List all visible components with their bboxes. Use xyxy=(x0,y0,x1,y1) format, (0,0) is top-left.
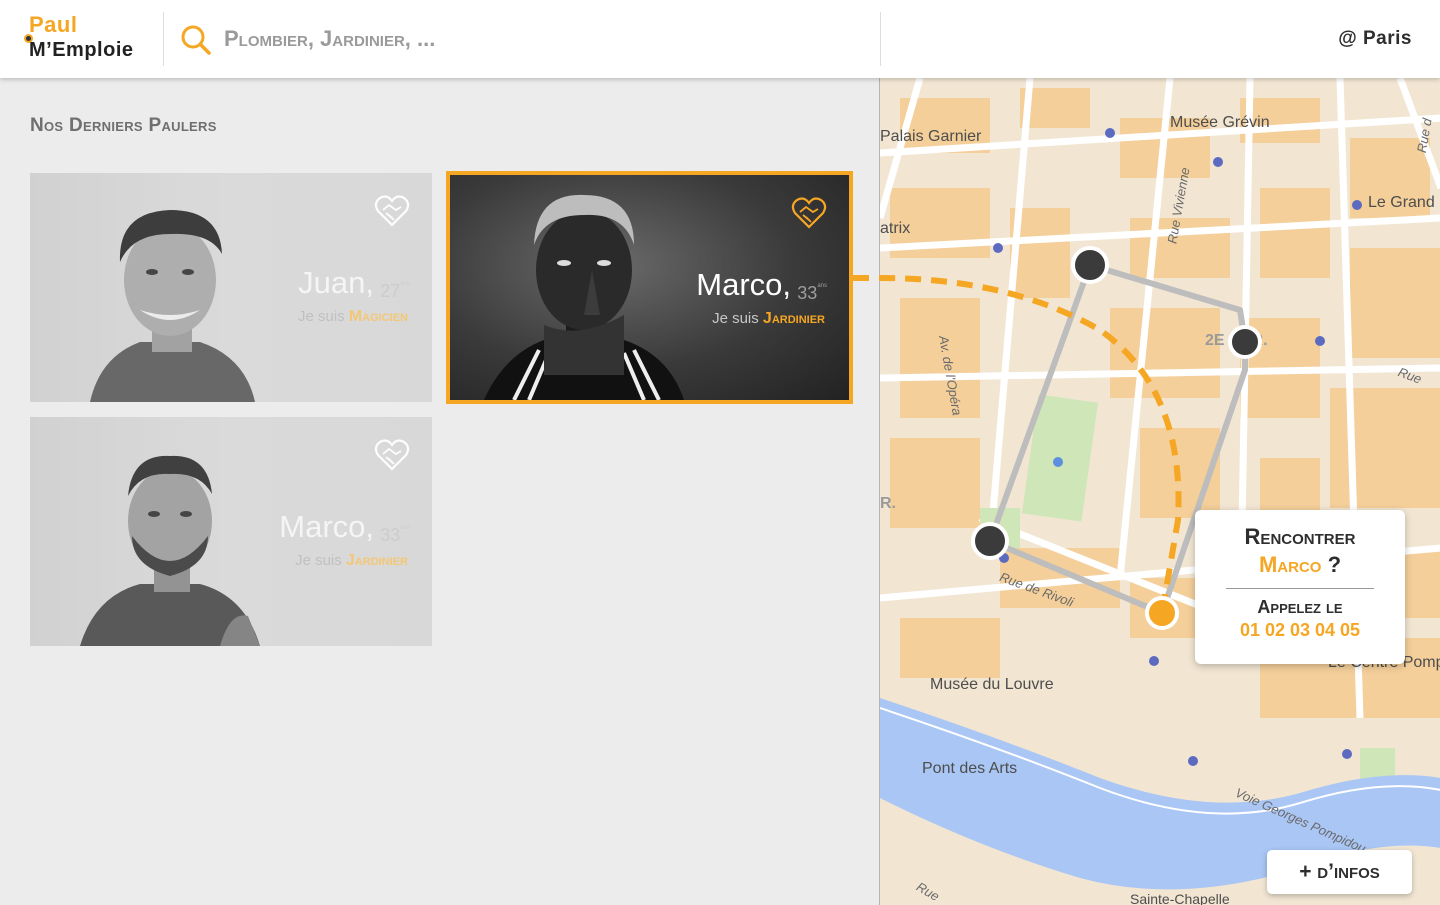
portrait-image xyxy=(90,210,255,402)
card-age: 27ans xyxy=(380,281,410,301)
contact-tooltip: Rencontrer Marco ? Appelez le 01 02 03 0… xyxy=(1195,510,1405,664)
handshake-heart-icon[interactable] xyxy=(374,437,410,473)
map-view[interactable]: Palais Garnier Musée Grévin Le Grand atr… xyxy=(879,78,1440,905)
card-name: Juan, xyxy=(298,265,374,300)
portrait-image xyxy=(80,455,260,646)
logo-line1: Paul xyxy=(29,12,78,37)
tooltip-who: Marco xyxy=(1258,552,1322,577)
tooltip-title: Rencontrer xyxy=(1244,524,1356,549)
tooltip-who-line: Marco ? xyxy=(1258,552,1342,577)
card-age: 33ans xyxy=(797,283,827,303)
card-name: Marco, xyxy=(696,267,791,302)
location-selector[interactable]: @ Paris xyxy=(1338,28,1412,50)
top-header: Paul M’Emploie @ Paris xyxy=(0,0,1440,78)
map-label-sainte-chapelle: Sainte-Chapelle xyxy=(1130,891,1230,905)
pauler-card-marco-selected[interactable]: Marco, 33ans Je suis Jardinier xyxy=(446,171,853,404)
card-role-line: Je suis Jardinier xyxy=(295,552,408,569)
tooltip-separator xyxy=(1226,588,1374,589)
map-background xyxy=(880,78,1440,905)
handshake-heart-icon[interactable] xyxy=(374,193,410,229)
map-label-musee-louvre: Musée du Louvre xyxy=(930,676,1054,693)
map-label-palais-garnier: Palais Garnier xyxy=(880,128,982,145)
card-role: Jardinier xyxy=(762,310,825,327)
header-divider xyxy=(880,12,881,66)
tooltip-call-label: Appelez le xyxy=(1257,597,1343,617)
section-title: Nos Derniers Paulers xyxy=(30,115,217,136)
app-logo[interactable]: Paul M’Emploie xyxy=(24,12,146,64)
search-input[interactable] xyxy=(224,22,844,56)
pauler-card-marco[interactable]: Marco, 33ans Je suis Jardinier xyxy=(30,417,432,646)
search-icon[interactable] xyxy=(180,24,212,56)
pauler-card-juan[interactable]: Juan, 27ans Je suis Magicien xyxy=(30,173,432,402)
more-info-button[interactable]: + d’infos xyxy=(1267,850,1412,894)
portrait-image xyxy=(484,194,684,400)
card-role-line: Je suis Jardinier xyxy=(712,310,825,327)
map-label-arr: 2E ARR. xyxy=(1205,332,1268,349)
card-role-line: Je suis Magicien xyxy=(297,308,408,325)
card-role: Magicien xyxy=(348,308,408,325)
handshake-heart-icon[interactable] xyxy=(791,195,827,231)
card-role: Jardinier xyxy=(345,552,408,569)
card-age: 33ans xyxy=(380,525,410,545)
map-label-atrix: atrix xyxy=(880,220,911,237)
card-name: Marco, xyxy=(279,509,374,544)
map-label-le-grand: Le Grand xyxy=(1368,194,1435,211)
map-label-musee-grevin: Musée Grévin xyxy=(1170,114,1270,131)
logo-line2: M’Emploie xyxy=(29,39,134,61)
map-label-pont-des-arts: Pont des Arts xyxy=(922,760,1018,777)
tooltip-phone[interactable]: 01 02 03 04 05 xyxy=(1195,620,1405,641)
map-label-r: R. xyxy=(880,495,896,512)
logo-divider xyxy=(163,12,164,66)
